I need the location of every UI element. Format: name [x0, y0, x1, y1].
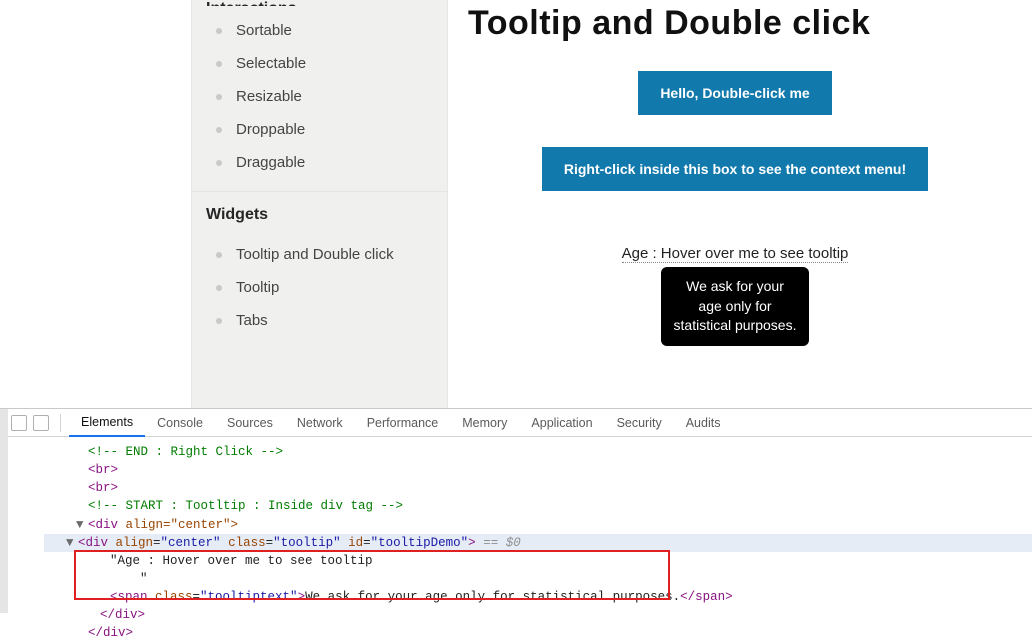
- sidebar-item-tooltip-double-click[interactable]: Tooltip and Double click: [192, 238, 447, 271]
- code-tag: <span: [110, 590, 148, 604]
- code-comment: <!-- END : Right Click -->: [88, 445, 283, 459]
- tab-memory[interactable]: Memory: [450, 409, 519, 437]
- code-tag: </div>: [100, 608, 145, 622]
- sidebar-item-tooltip[interactable]: Tooltip: [192, 271, 447, 304]
- bullet-icon: [216, 252, 222, 258]
- sidebar-item-selectable[interactable]: Selectable: [192, 47, 447, 80]
- sidebar-list-widgets: Tooltip and Double click Tooltip Tabs: [192, 230, 447, 349]
- left-gutter: [0, 0, 191, 408]
- expand-arrow-icon[interactable]: ▼: [76, 516, 88, 534]
- code-tag: </div>: [88, 626, 133, 640]
- sidebar-item-label: Tooltip: [236, 279, 279, 296]
- sidebar-list-interactions: Sortable Selectable Resizable Droppable …: [192, 6, 447, 191]
- code-tag: >: [298, 590, 306, 604]
- context-menu-row: Right-click inside this box to see the c…: [468, 147, 1002, 191]
- bullet-icon: [216, 285, 222, 291]
- expand-arrow-icon[interactable]: ▼: [66, 534, 78, 552]
- code-attr: id: [341, 536, 364, 550]
- tooltip-row: Age : Hover over me to see tooltip We as…: [468, 245, 1002, 263]
- code-text: "Age : Hover over me to see tooltip: [110, 554, 373, 568]
- devtools-tabs: Elements Console Sources Network Perform…: [0, 409, 1032, 437]
- code-attr: class: [148, 590, 193, 604]
- sidebar-item-label: Sortable: [236, 22, 292, 39]
- sidebar-item-draggable[interactable]: Draggable: [192, 146, 447, 179]
- bullet-icon: [216, 28, 222, 34]
- sidebar-item-droppable[interactable]: Droppable: [192, 113, 447, 146]
- code-value: "tooltipDemo": [371, 536, 469, 550]
- tab-sources[interactable]: Sources: [215, 409, 285, 437]
- devtools-dom-tree[interactable]: <!-- END : Right Click --> <br> <br> <!-…: [0, 437, 1032, 642]
- sidebar-item-label: Droppable: [236, 121, 305, 138]
- tooltip-trigger[interactable]: Age : Hover over me to see tooltip We as…: [622, 245, 849, 263]
- sidebar-item-label: Tooltip and Double click: [236, 246, 394, 263]
- tab-application[interactable]: Application: [519, 409, 604, 437]
- bullet-icon: [216, 61, 222, 67]
- code-tag: </span>: [680, 590, 733, 604]
- device-toggle-icon[interactable]: [33, 415, 49, 431]
- code-text: ": [110, 572, 148, 586]
- double-click-row: Hello, Double-click me: [468, 71, 1002, 115]
- code-attr: class: [221, 536, 266, 550]
- code-tag: <br>: [88, 463, 118, 477]
- sidebar-item-label: Resizable: [236, 88, 302, 105]
- code-tag: <div: [88, 518, 118, 532]
- code-text: We ask for your age only for statistical…: [305, 590, 680, 604]
- code-tag: >: [468, 536, 476, 550]
- tooltip-popup: We ask for your age only for statistical…: [661, 267, 809, 346]
- context-menu-button[interactable]: Right-click inside this box to see the c…: [542, 147, 928, 191]
- sidebar-item-label: Selectable: [236, 55, 306, 72]
- sidebar-item-label: Tabs: [236, 312, 268, 329]
- sidebar: Interactions Sortable Selectable Resizab…: [191, 0, 448, 408]
- tab-console[interactable]: Console: [145, 409, 215, 437]
- double-click-button[interactable]: Hello, Double-click me: [638, 71, 831, 115]
- tab-security[interactable]: Security: [605, 409, 674, 437]
- tab-performance[interactable]: Performance: [355, 409, 451, 437]
- code-selection-marker: == $0: [476, 536, 521, 550]
- sidebar-header-widgets: Widgets: [192, 191, 447, 230]
- code-value: "center": [161, 536, 221, 550]
- tab-elements[interactable]: Elements: [69, 409, 145, 437]
- code-value: "tooltiptext": [200, 590, 298, 604]
- code-tag: <br>: [88, 481, 118, 495]
- tab-network[interactable]: Network: [285, 409, 355, 437]
- page-title: Tooltip and Double click: [468, 4, 1002, 43]
- bullet-icon: [216, 127, 222, 133]
- code-tag: <div: [78, 536, 108, 550]
- sidebar-item-resizable[interactable]: Resizable: [192, 80, 447, 113]
- main-content: Tooltip and Double click Hello, Double-c…: [448, 0, 1032, 408]
- tab-audits[interactable]: Audits: [674, 409, 733, 437]
- code-value: "tooltip": [273, 536, 341, 550]
- sidebar-item-label: Draggable: [236, 154, 305, 171]
- selected-dom-node[interactable]: ▼<div align="center" class="tooltip" id=…: [44, 534, 1032, 552]
- code-comment: <!-- START : Tootltip : Inside div tag -…: [88, 499, 403, 513]
- code-attr: align: [108, 536, 153, 550]
- bullet-icon: [216, 318, 222, 324]
- code-attr: align="center">: [118, 518, 238, 532]
- bullet-icon: [216, 94, 222, 100]
- devtools-side-strip: [0, 409, 8, 613]
- sidebar-item-sortable[interactable]: Sortable: [192, 14, 447, 47]
- tooltip-trigger-text: Age : Hover over me to see tooltip: [622, 245, 849, 262]
- tab-divider: [60, 414, 61, 432]
- bullet-icon: [216, 160, 222, 166]
- inspect-icon[interactable]: [11, 415, 27, 431]
- sidebar-item-tabs[interactable]: Tabs: [192, 304, 447, 337]
- devtools-panel: Elements Console Sources Network Perform…: [0, 408, 1032, 613]
